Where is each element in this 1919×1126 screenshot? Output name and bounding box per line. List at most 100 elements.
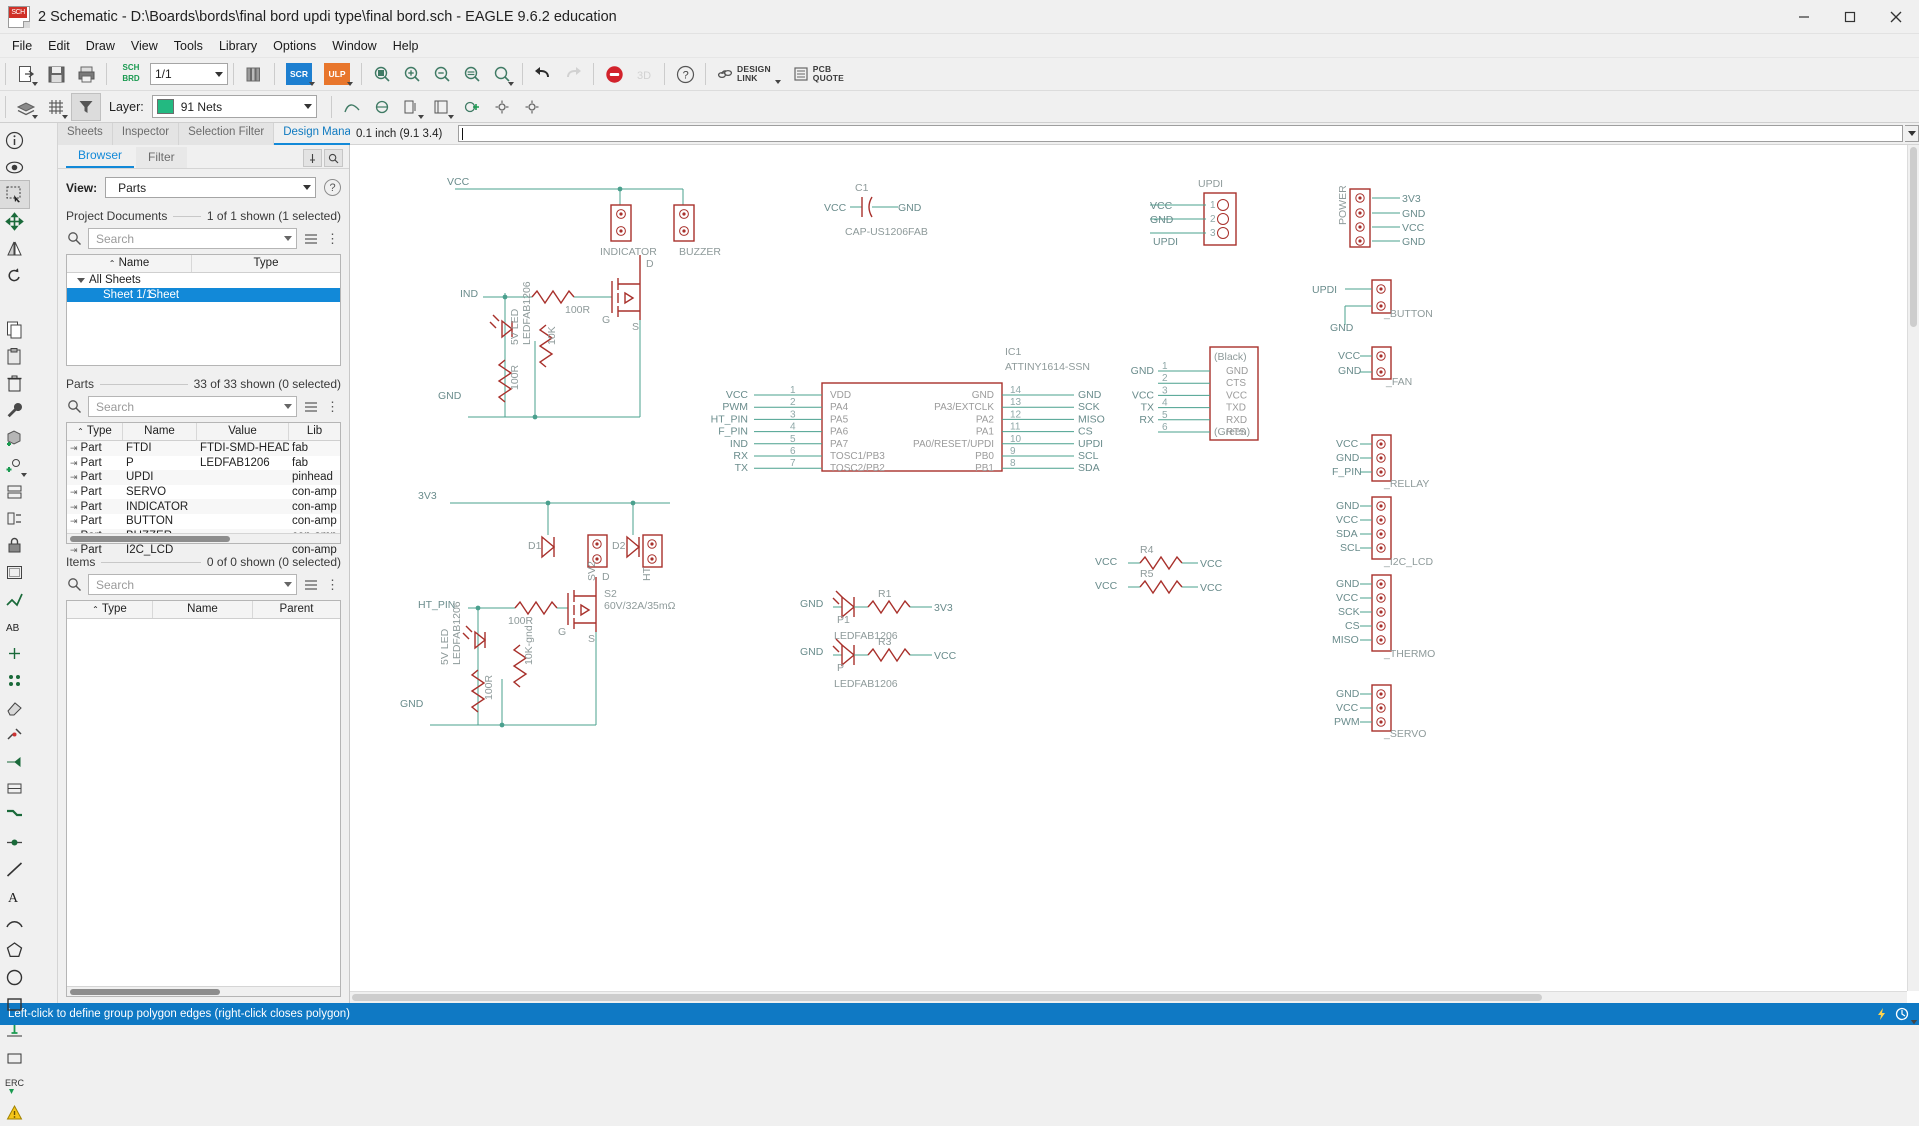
view-help-icon[interactable]: ? [324, 179, 341, 196]
redo-icon[interactable] [559, 61, 587, 87]
more-options-icon[interactable]: ⋮ [325, 398, 341, 416]
lock-icon[interactable] [0, 532, 29, 559]
smash-icon[interactable] [0, 667, 29, 694]
parts-search[interactable]: Search [88, 396, 297, 417]
schematic-canvas[interactable]: VCC INDICATOR BUZZER IND 100R G S D LEDF… [350, 145, 1919, 1003]
list-view-icon[interactable] [302, 398, 1917, 1024]
add-part-icon[interactable] [458, 94, 486, 120]
mirror-icon[interactable] [0, 235, 29, 262]
undo-icon[interactable] [529, 61, 557, 87]
table-row[interactable]: ⇥ Part UPDI pinhead [67, 470, 340, 485]
table-row[interactable]: ⇥ Part BUTTON con-amp [67, 514, 340, 529]
maximize-button[interactable] [1827, 0, 1873, 34]
led-network-p[interactable]: GND R3 VCC P LEDFAB1206 [800, 636, 957, 690]
drc-icon[interactable] [428, 94, 456, 120]
menu-item-library[interactable]: Library [211, 36, 265, 56]
sheet-selector[interactable]: 1/1 [150, 63, 228, 85]
arc-icon[interactable] [0, 910, 29, 937]
component-ic1-attiny1614[interactable]: IC1 ATTINY1614-SSN 1 VCC 2 PWM 3 HT_PIN 4 F_PIN… [711, 346, 1105, 474]
ripup-icon[interactable] [0, 721, 29, 748]
command-history-icon[interactable] [1905, 125, 1919, 142]
pcb-quote-button[interactable]: PCB QUOTE [787, 61, 850, 87]
menu-item-edit[interactable]: Edit [40, 36, 78, 56]
zoom-fit-icon[interactable] [368, 61, 396, 87]
close-button[interactable] [1873, 0, 1919, 34]
table-row[interactable]: ⇥ Part INDICATOR con-amp [67, 499, 340, 514]
command-input[interactable] [458, 125, 1903, 142]
tab-selection-filter[interactable]: Selection Filter [179, 123, 275, 145]
project-documents-grid[interactable]: ⌃ Name Type All Sheets Sheet 1/1 Sheet [66, 254, 341, 366]
menu-item-options[interactable]: Options [265, 36, 324, 56]
more-options-icon[interactable]: ⋮ [325, 230, 341, 248]
attribute-icon[interactable] [0, 775, 29, 802]
items-hscrollbar[interactable] [67, 986, 340, 996]
save-icon[interactable] [42, 61, 70, 87]
zoom-redraw-icon[interactable] [458, 61, 486, 87]
delete-icon[interactable] [0, 370, 29, 397]
layers-icon[interactable] [12, 94, 40, 120]
add-part-green-icon[interactable] [0, 451, 29, 478]
tree-row-sheet-1[interactable]: Sheet 1/1 Sheet [67, 287, 340, 303]
change-wrench-icon[interactable] [0, 397, 29, 424]
tab-inspector[interactable]: Inspector [112, 123, 180, 145]
table-row[interactable]: ⇥ Part SERVO con-amp [67, 485, 340, 500]
canvas-vertical-scrollbar[interactable] [1907, 145, 1919, 991]
auto-name-icon[interactable]: AB [0, 613, 29, 640]
dimension-icon[interactable] [0, 1018, 29, 1045]
schematic-drawing[interactable]: VCC INDICATOR BUZZER IND 100R G S D LEDF… [350, 145, 1910, 945]
circle-icon[interactable] [0, 964, 29, 991]
table-row[interactable]: ⇥ Part P LEDFAB1206 fab [67, 456, 340, 471]
add-package-icon[interactable] [0, 424, 29, 451]
replace-icon[interactable] [0, 505, 29, 532]
sub-tab-filter[interactable]: Filter [136, 147, 187, 168]
switch-sch-brd-icon[interactable]: SCH BRD [113, 61, 149, 87]
zoom-out-icon[interactable] [428, 61, 456, 87]
frame-icon[interactable] [0, 559, 29, 586]
script-icon[interactable]: SCR [281, 61, 317, 87]
connector-rellay[interactable]: VCC GND F_PIN _RELLAY [1332, 434, 1429, 490]
3d-view-icon[interactable]: 3D [630, 61, 658, 87]
stop-icon[interactable] [600, 61, 628, 87]
rect-icon[interactable] [0, 991, 29, 1018]
group-icon[interactable] [0, 180, 30, 209]
polygon-icon[interactable] [0, 937, 29, 964]
warning-icon[interactable] [0, 1099, 29, 1126]
design-link-button[interactable]: DESIGN LINK [711, 61, 787, 87]
ratsnest-icon[interactable] [368, 94, 396, 120]
erc-check-icon[interactable] [398, 94, 426, 120]
mosfet-network-top[interactable]: IND 100R G S D LEDFAB1206 5V LED 100R 10… [438, 255, 654, 420]
sub-tab-browser[interactable]: Browser [66, 145, 135, 168]
move-icon[interactable] [0, 208, 29, 235]
menu-item-tools[interactable]: Tools [166, 36, 211, 56]
list-view-icon[interactable] [302, 230, 1917, 1024]
ulp-icon[interactable]: ULP [319, 61, 355, 87]
help-icon[interactable]: ? [671, 61, 699, 87]
connector-indicator[interactable]: INDICATOR [600, 204, 657, 258]
layer-select[interactable]: 91 Nets [151, 95, 317, 118]
table-row[interactable]: ⇥ Part I2C_LCD con-amp [67, 543, 340, 558]
menu-item-draw[interactable]: Draw [78, 36, 123, 56]
connector-thermo[interactable]: GND VCC SCK CS MISO _THERMO [1332, 574, 1435, 660]
show-icon[interactable] [0, 154, 29, 181]
connector-power[interactable]: POWER 3V3 GND VCC GND [1337, 185, 1426, 248]
panel-search-icon[interactable] [324, 149, 343, 167]
erc-status-icon[interactable]: ERC [0, 1072, 29, 1099]
wire-icon[interactable] [0, 586, 29, 613]
minimize-button[interactable] [1781, 0, 1827, 34]
net-icon[interactable] [338, 94, 366, 120]
view-select[interactable]: Parts [105, 177, 316, 198]
grid-icon[interactable] [42, 94, 70, 120]
menu-item-view[interactable]: View [123, 36, 166, 56]
menu-item-window[interactable]: Window [324, 36, 384, 56]
display-filter-icon[interactable] [71, 92, 101, 121]
text-icon[interactable]: A [0, 883, 29, 910]
library-icon[interactable] [240, 61, 268, 87]
hole-icon[interactable] [0, 1045, 29, 1072]
junction-icon[interactable] [0, 829, 29, 856]
diode-network-3v3[interactable]: 3V3 D1 SV2 D2 HT [418, 490, 670, 581]
tree-row-all-sheets[interactable]: All Sheets [67, 273, 340, 288]
open-file-icon[interactable] [12, 61, 40, 87]
connector-button[interactable]: UPDI GND _BUTTON [1312, 279, 1433, 334]
project-documents-search[interactable]: Search [88, 228, 297, 249]
connector-servo[interactable]: GND VCC PWM _SERVO [1334, 684, 1426, 740]
